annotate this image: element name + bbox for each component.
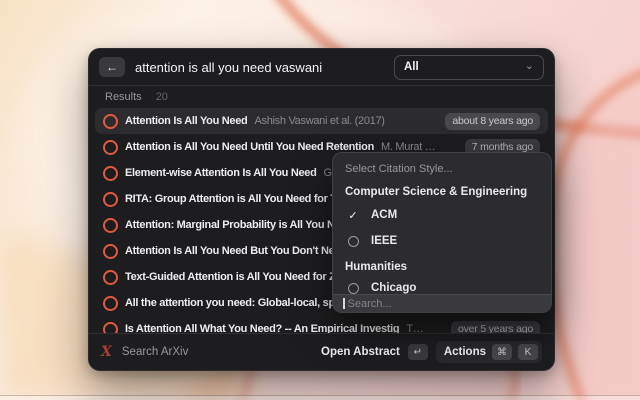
dropdown-section-humanities: Humanities [345, 259, 539, 275]
results-count: 20 [156, 91, 168, 103]
open-abstract-button[interactable]: Open Abstract [321, 346, 400, 358]
extension-name: Search ArXiv [122, 346, 188, 358]
dropdown-search-input[interactable]: Search... [333, 294, 551, 312]
arxiv-paper-icon [103, 296, 118, 311]
chevron-down-icon: ⌄ [525, 59, 534, 72]
result-age-badge: about 8 years ago [445, 113, 540, 130]
dropdown-item-label: ACM [371, 209, 397, 221]
results-label: Results [105, 91, 142, 103]
command-key-icon: ⌘ [492, 344, 512, 360]
filter-selected-value: All [404, 61, 525, 73]
result-title: Attention Is All You Need [125, 115, 247, 127]
arxiv-paper-icon [103, 166, 118, 181]
actions-label: Actions [444, 346, 486, 358]
result-title: Element-wise Attention Is All You Need [125, 167, 317, 179]
result-authors: Thomas Dowdell et al. (2019) [406, 323, 427, 333]
dropdown-section-cs: Computer Science & Engineering [345, 184, 539, 200]
result-row[interactable]: Is Attention All What You Need? -- An Em… [95, 316, 548, 333]
back-button[interactable]: ← [99, 57, 125, 77]
arxiv-logo-icon: X [101, 344, 112, 360]
screen-bottom-edge [0, 395, 640, 400]
result-age-badge: over 5 years ago [451, 321, 540, 334]
result-row-selected[interactable]: Attention Is All You Need Ashish Vaswani… [95, 108, 548, 134]
result-title: Is Attention All What You Need? -- An Em… [125, 323, 399, 333]
arxiv-paper-icon [103, 114, 118, 129]
result-title: Attention is All You Need Until You Need… [125, 141, 374, 153]
actions-button[interactable]: Actions ⌘ K [436, 341, 542, 363]
dropdown-item-label: Chicago [371, 282, 416, 294]
arxiv-paper-icon [103, 244, 118, 259]
arxiv-paper-icon [103, 140, 118, 155]
search-input[interactable]: attention is all you need vaswani [135, 60, 322, 75]
return-key-icon: ↵ [408, 344, 428, 360]
arxiv-paper-icon [103, 192, 118, 207]
dropdown-title: Select Citation Style... [345, 161, 539, 177]
citation-style-dropdown: Select Citation Style... Computer Scienc… [332, 152, 552, 313]
arxiv-paper-icon [103, 218, 118, 233]
arxiv-paper-icon [103, 270, 118, 285]
text-cursor [343, 298, 345, 309]
k-key-badge: K [518, 344, 538, 360]
action-bar: X Search ArXiv Open Abstract ↵ Actions ⌘… [89, 333, 554, 370]
results-section-header: Results 20 [89, 86, 554, 108]
search-header: ← attention is all you need vaswani All … [89, 49, 554, 85]
radio-circle-icon [348, 236, 359, 247]
result-title: Attention: Marginal Probability is All Y… [125, 219, 359, 231]
back-arrow-icon: ← [106, 60, 118, 74]
arxiv-paper-icon [103, 322, 118, 334]
dropdown-item-acm[interactable]: ✓ ACM [345, 204, 539, 226]
dropdown-item-ieee[interactable]: IEEE [345, 230, 539, 252]
category-filter-dropdown[interactable]: All ⌄ [394, 55, 544, 80]
dropdown-item-label: IEEE [371, 235, 397, 247]
dropdown-body: Select Citation Style... Computer Scienc… [333, 153, 551, 299]
check-icon: ✓ [348, 209, 357, 222]
search-placeholder: Search... [348, 298, 392, 310]
radio-circle-icon [348, 283, 359, 294]
result-authors: Ashish Vaswani et al. (2017) [254, 115, 384, 127]
